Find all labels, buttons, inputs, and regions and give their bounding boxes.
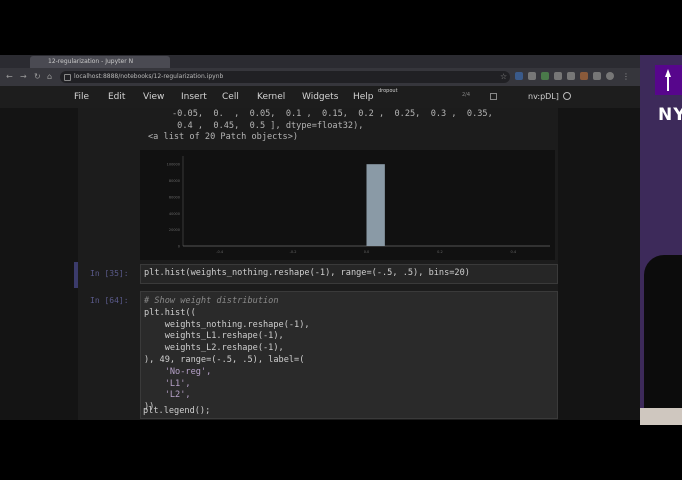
output-line: 0.4 , 0.45, 0.5 ], dtype=float32), bbox=[172, 120, 364, 131]
url-text: localhost:8888/notebooks/12-regularizati… bbox=[74, 73, 224, 80]
x-tick-label: 0.0 bbox=[364, 250, 370, 254]
dropout-label: dropout bbox=[378, 88, 398, 94]
presenter-backdrop bbox=[640, 408, 682, 425]
menu-edit[interactable]: Edit bbox=[108, 91, 125, 103]
code-line: 'L1', bbox=[144, 378, 191, 389]
x-tick-label: -0.4 bbox=[216, 250, 224, 254]
cell-prompt: In [64]: bbox=[90, 296, 129, 305]
code-line: weights_nothing.reshape(-1), bbox=[144, 319, 310, 330]
y-tick-label: 20000 bbox=[169, 228, 180, 232]
code-line: weights_L2.reshape(-1), bbox=[144, 343, 284, 354]
bookmark-star-icon[interactable]: ☆ bbox=[500, 71, 507, 83]
cell-code: plt.hist(weights_nothing.reshape(-1), ra… bbox=[144, 268, 470, 278]
x-tick-label: -0.2 bbox=[290, 250, 297, 254]
menu-file[interactable]: File bbox=[74, 91, 89, 103]
profile-avatar[interactable] bbox=[606, 72, 614, 80]
presenter-silhouette bbox=[644, 255, 682, 425]
status-small: 2/4 bbox=[462, 92, 471, 98]
tab-title: 12-regularization - Jupyter N bbox=[48, 58, 134, 65]
y-tick-label: 0 bbox=[178, 245, 180, 249]
home-icon[interactable]: ⌂ bbox=[47, 71, 52, 83]
menu-view[interactable]: View bbox=[143, 91, 164, 103]
cell-prompt: In [35]: bbox=[90, 269, 129, 278]
y-tick-label: 60000 bbox=[169, 195, 180, 199]
x-tick-label: 0.2 bbox=[437, 250, 443, 254]
menu-cell[interactable]: Cell bbox=[222, 91, 239, 103]
code-cell-35[interactable]: plt.hist(weights_nothing.reshape(-1), ra… bbox=[140, 264, 558, 284]
back-icon[interactable]: ← bbox=[6, 71, 13, 83]
extension-icon[interactable] bbox=[567, 72, 575, 80]
output-line: <a list of 20 Patch objects>) bbox=[148, 132, 299, 142]
reload-icon[interactable]: ↻ bbox=[34, 71, 41, 83]
nyu-torch-logo bbox=[655, 65, 682, 95]
browser-menu-icon[interactable]: ⋮ bbox=[622, 71, 630, 83]
extension-icon[interactable] bbox=[515, 72, 523, 80]
code-line: plt.legend(); bbox=[143, 406, 211, 416]
code-cell-64[interactable]: # Show weight distribution plt.hist(( we… bbox=[140, 291, 558, 419]
code-line: 'No-reg', bbox=[144, 366, 212, 377]
y-tick-label: 80000 bbox=[169, 179, 180, 183]
extension-icon[interactable] bbox=[593, 72, 601, 80]
code-line: 'L2', bbox=[144, 390, 191, 401]
x-tick-label: 0.4 bbox=[511, 250, 517, 254]
chart-background bbox=[140, 150, 555, 260]
cell-selection-bar bbox=[74, 262, 78, 288]
histogram-chart: 0 20000 40000 60000 80000 100000 -0.4 -0.2 0.0 0.… bbox=[140, 150, 555, 260]
extension-icon[interactable] bbox=[528, 72, 536, 80]
code-comment: # Show weight distribution bbox=[144, 296, 279, 306]
histogram-bar bbox=[366, 164, 385, 246]
menu-kernel[interactable]: Kernel bbox=[257, 91, 285, 103]
menu-widgets[interactable]: Widgets bbox=[302, 91, 338, 103]
y-tick-label: 40000 bbox=[169, 212, 180, 216]
trusted-icon bbox=[490, 93, 497, 100]
code-line: weights_L1.reshape(-1), bbox=[144, 331, 284, 342]
address-bar[interactable]: localhost:8888/notebooks/12-regularizati… bbox=[60, 71, 510, 83]
extension-icon[interactable] bbox=[541, 72, 549, 80]
nyu-wordmark: NY bbox=[658, 105, 682, 125]
lock-icon bbox=[64, 74, 71, 81]
extension-icon[interactable] bbox=[580, 72, 588, 80]
y-tick-label: 100000 bbox=[167, 163, 180, 167]
torch-icon bbox=[665, 69, 671, 91]
browser-tab[interactable]: 12-regularization - Jupyter N bbox=[30, 56, 170, 68]
code-line: ), 49, range=(-.5, .5), label=( bbox=[144, 355, 305, 365]
menu-insert[interactable]: Insert bbox=[181, 91, 207, 103]
kernel-status-icon bbox=[563, 92, 571, 100]
kernel-name[interactable]: nv:pDL] bbox=[528, 92, 559, 101]
extension-icon[interactable] bbox=[554, 72, 562, 80]
output-line: -0.05, 0. , 0.05, 0.1 , 0.15, 0.2 , 0.25… bbox=[172, 109, 493, 119]
code-line: plt.hist(( bbox=[144, 307, 196, 318]
menu-help[interactable]: Help bbox=[353, 91, 374, 103]
forward-icon[interactable]: → bbox=[20, 71, 27, 83]
